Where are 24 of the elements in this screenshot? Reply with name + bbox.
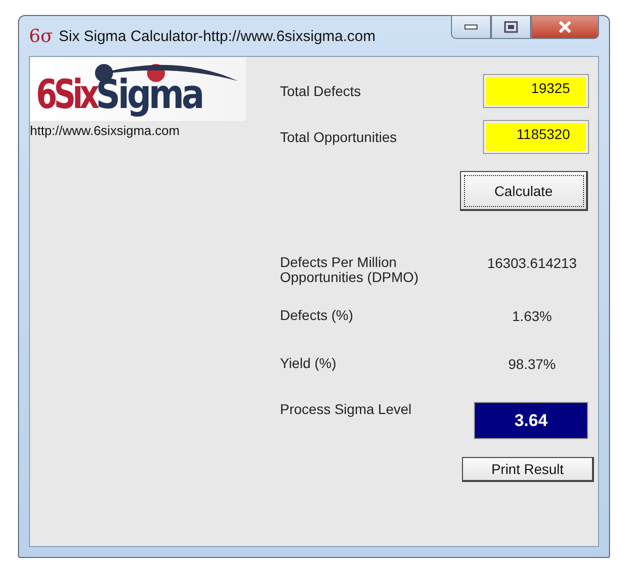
logo: 6SixSigma <box>30 57 246 121</box>
minimize-icon <box>464 24 478 30</box>
result-label: Defects Per Million Opportunities (DPMO) <box>280 255 420 286</box>
result-label: Yield (%) <box>280 356 338 372</box>
field-label: Total Opportunities <box>280 129 397 145</box>
app-icon: 6σ <box>29 26 53 46</box>
print-result-button[interactable]: Print Result <box>462 456 594 482</box>
close-icon <box>558 21 572 33</box>
result-label: Defects (%) <box>280 308 354 324</box>
website-link[interactable]: http://www.6sixsigma.com <box>30 123 260 138</box>
maximize-icon <box>504 21 518 33</box>
maximize-button[interactable] <box>491 15 531 39</box>
window-title: Six Sigma Calculator-http://www.6sixsigma.com <box>58 28 377 44</box>
input-field[interactable]: 1185320 <box>484 121 588 153</box>
result-value: 16303.614213 <box>486 255 578 271</box>
minimize-button[interactable] <box>451 15 491 39</box>
result-label: Process Sigma Level <box>280 402 413 418</box>
result-value: 1.63% <box>511 308 553 324</box>
close-button[interactable] <box>531 15 599 39</box>
sigma-level-display: 3.64 <box>474 402 588 439</box>
calculate-button[interactable]: Calculate <box>460 171 588 211</box>
result-value: 98.37% <box>507 356 557 372</box>
input-field[interactable]: 19325 <box>484 75 588 107</box>
field-label: Total Defects <box>280 83 361 99</box>
